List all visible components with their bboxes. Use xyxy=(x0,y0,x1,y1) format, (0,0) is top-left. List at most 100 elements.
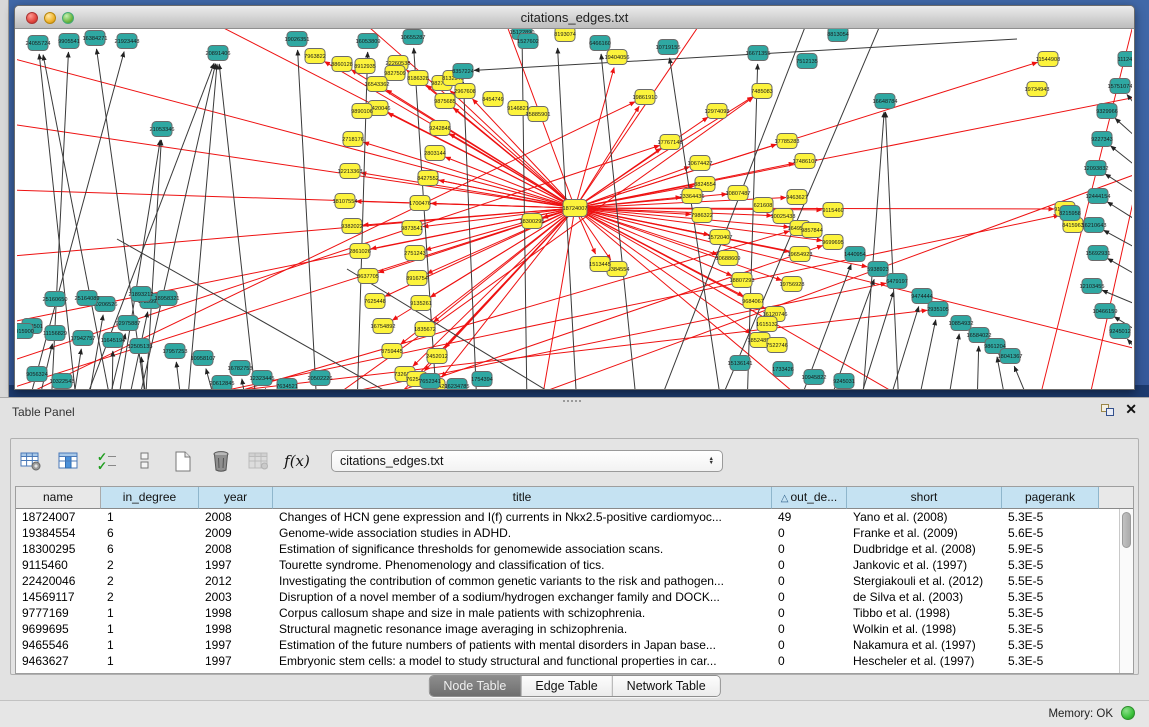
network-node[interactable]: 7522746 xyxy=(766,338,788,353)
network-node[interactable]: 1835672 xyxy=(414,322,436,337)
network-node[interactable]: 9890106 xyxy=(351,104,373,119)
network-node[interactable]: 8215958 xyxy=(1059,206,1081,221)
network-node[interactable]: 12444154 xyxy=(1086,189,1111,204)
table-cell[interactable]: Estimation of significance thresholds fo… xyxy=(273,541,772,557)
citation-edge-black[interactable] xyxy=(977,346,979,389)
citation-edge-red[interactable] xyxy=(77,310,927,389)
network-node[interactable]: 17767148 xyxy=(658,135,683,150)
citation-edge-black[interactable] xyxy=(1115,118,1132,147)
table-row[interactable]: 2242004622012Investigating the contribut… xyxy=(16,573,1119,589)
network-node[interactable]: 621608 xyxy=(753,198,773,213)
network-node[interactable]: 8186328 xyxy=(407,71,429,86)
citation-edge-red[interactable] xyxy=(575,29,711,208)
table-cell[interactable]: 2 xyxy=(101,557,199,573)
network-node[interactable]: 8193074 xyxy=(554,29,576,42)
citation-edge-red[interactable] xyxy=(434,208,575,322)
new-table-button[interactable] xyxy=(169,448,197,474)
table-cell[interactable]: 18724007 xyxy=(16,509,101,525)
table-cell[interactable]: 5.3E-5 xyxy=(1002,637,1099,653)
network-node[interactable]: 9873541 xyxy=(401,221,423,236)
network-node[interactable]: 9463627 xyxy=(786,190,808,205)
table-cell[interactable]: Stergiakouli et al. (2012) xyxy=(847,573,1002,589)
table-cell[interactable]: Dudbridge et al. (2008) xyxy=(847,541,1002,557)
citation-edge-black[interactable] xyxy=(917,320,936,389)
table-cell[interactable]: Tourette syndrome. Phenomenology and cla… xyxy=(273,557,772,573)
citation-edge-red[interactable] xyxy=(575,208,1132,356)
network-node[interactable]: 2967608 xyxy=(454,84,476,99)
table-cell[interactable]: 0 xyxy=(772,621,847,637)
table-cell[interactable]: Changes of HCN gene expression and I(f) … xyxy=(273,509,772,525)
table-cell[interactable]: 9463627 xyxy=(16,653,101,669)
network-window-titlebar[interactable]: citations_edges.txt xyxy=(15,6,1134,29)
table-cell[interactable]: 0 xyxy=(772,589,847,605)
table-cell[interactable]: 49 xyxy=(772,509,847,525)
table-cell[interactable]: 6 xyxy=(101,525,199,541)
table-cell[interactable]: Structural magnetic resonance image aver… xyxy=(273,621,772,637)
network-node[interactable]: 12213363 xyxy=(338,164,363,179)
table-cell[interactable]: 5.3E-5 xyxy=(1002,605,1099,621)
column-header-in-degree[interactable]: in_degree xyxy=(101,487,199,509)
citation-edge-red[interactable] xyxy=(17,208,575,258)
network-node[interactable]: 12103455 xyxy=(1080,279,1105,294)
table-row[interactable]: 946554611997Estimation of the future num… xyxy=(16,637,1119,653)
column-header-name[interactable]: name xyxy=(16,487,101,509)
table-cell[interactable]: 0 xyxy=(772,573,847,589)
table-cell[interactable]: 5.3E-5 xyxy=(1002,653,1099,669)
network-node[interactable]: 11156829 xyxy=(43,326,67,341)
table-cell[interactable]: 2 xyxy=(101,589,199,605)
column-header-out-de-[interactable]: △out_de... xyxy=(772,487,847,509)
table-cell[interactable]: 1998 xyxy=(199,605,273,621)
network-node[interactable]: 9135261 xyxy=(410,296,432,311)
citation-edge-red[interactable] xyxy=(445,157,575,208)
citation-edge-black[interactable] xyxy=(242,379,247,389)
table-settings-button[interactable] xyxy=(17,448,45,474)
table-cell[interactable]: 0 xyxy=(772,525,847,541)
network-node[interactable]: 19654923 xyxy=(788,247,813,262)
network-node[interactable]: 10719155 xyxy=(656,40,681,55)
table-cell[interactable]: 1998 xyxy=(199,621,273,637)
network-node[interactable]: 20502226 xyxy=(308,371,333,386)
table-cell[interactable]: 1997 xyxy=(199,637,273,653)
table-cell[interactable]: Jankovic et al. (1997) xyxy=(847,557,1002,573)
network-node[interactable]: 12093832 xyxy=(1084,161,1109,176)
network-node[interactable]: 18107554 xyxy=(333,194,358,209)
network-node[interactable]: 9245031 xyxy=(833,374,855,389)
table-cell[interactable]: 9699695 xyxy=(16,621,101,637)
network-window[interactable]: citations_edges.txt 79638228860128891293… xyxy=(14,5,1135,390)
network-node[interactable]: 19404056 xyxy=(605,50,630,65)
citation-edge-red[interactable] xyxy=(442,208,575,377)
column-header-year[interactable]: year xyxy=(199,487,273,509)
tab-edge-table[interactable]: Edge Table xyxy=(521,676,612,696)
table-cell[interactable]: 1997 xyxy=(199,557,273,573)
table-cell[interactable]: 2012 xyxy=(199,573,273,589)
network-node[interactable]: 18958321 xyxy=(155,291,180,306)
network-node[interactable]: 16754892 xyxy=(371,319,396,334)
table-cell[interactable]: Investigating the contribution of common… xyxy=(273,573,772,589)
network-node[interactable]: 24055724 xyxy=(26,36,51,51)
network-node[interactable]: 9227343 xyxy=(1091,132,1113,147)
table-cell[interactable]: 1997 xyxy=(199,653,273,669)
citation-edge-black[interactable] xyxy=(265,388,272,389)
network-node[interactable]: 7625448 xyxy=(364,294,386,309)
table-cell[interactable]: 0 xyxy=(772,653,847,669)
network-node[interactable]: 25160650 xyxy=(43,292,68,307)
citation-edge-black[interactable] xyxy=(947,334,959,389)
network-node[interactable]: 10958107 xyxy=(191,351,216,366)
network-node[interactable]: 8916754 xyxy=(406,271,428,286)
network-node[interactable]: 23364436 xyxy=(680,189,705,204)
column-header-title[interactable]: title xyxy=(273,487,772,509)
network-node[interactable]: 16053809 xyxy=(356,34,381,49)
table-cell[interactable]: 5.3E-5 xyxy=(1002,589,1099,605)
network-node[interactable]: 10322543 xyxy=(50,374,75,389)
network-node[interactable]: 16782753 xyxy=(228,361,253,376)
table-cell[interactable]: 1 xyxy=(101,605,199,621)
select-all-button[interactable]: ✓✓ xyxy=(93,448,121,474)
network-hub-node[interactable]: 18724007 xyxy=(563,200,588,217)
table-cell[interactable]: Estimation of the future numbers of pati… xyxy=(273,637,772,653)
network-node[interactable]: 2751243 xyxy=(404,246,426,261)
table-cell[interactable]: 1 xyxy=(101,653,199,669)
table-row[interactable]: 969969511998Structural magnetic resonanc… xyxy=(16,621,1119,637)
network-node[interactable]: 16671355 xyxy=(746,46,771,61)
network-node[interactable]: 9242848 xyxy=(429,121,451,136)
citation-edge-black[interactable] xyxy=(1127,339,1132,361)
